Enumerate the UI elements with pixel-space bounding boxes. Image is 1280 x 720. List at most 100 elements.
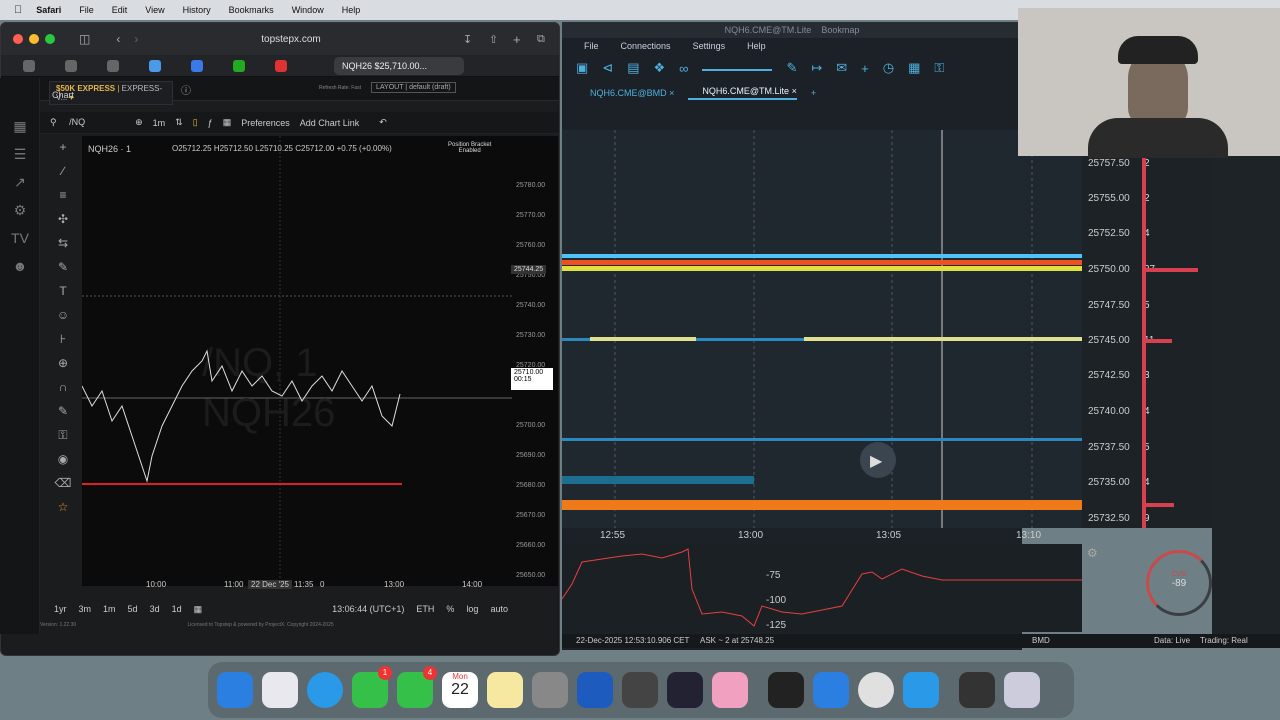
crosshair-icon[interactable]: + bbox=[861, 61, 869, 76]
session-toggle[interactable]: ETH bbox=[416, 604, 434, 614]
menu-file[interactable]: File bbox=[79, 5, 94, 15]
range-1m[interactable]: 1m bbox=[103, 604, 116, 614]
interval-button[interactable]: 1m bbox=[153, 118, 166, 128]
forward-icon[interactable]: › bbox=[134, 32, 138, 46]
app-icon[interactable] bbox=[667, 672, 703, 708]
photos-icon[interactable] bbox=[712, 672, 748, 708]
menu-app[interactable]: Safari bbox=[36, 5, 61, 15]
zoom-tool-icon[interactable]: ⊕ bbox=[52, 356, 74, 380]
trash-icon[interactable] bbox=[1004, 672, 1040, 708]
tab-favicon[interactable] bbox=[275, 59, 287, 72]
messages-icon[interactable]: 1 bbox=[352, 666, 392, 708]
bm-tab-bmd[interactable]: NQH6.CME@BMD × bbox=[576, 88, 674, 98]
price-chart[interactable]: /NQ, 1 NQH26 bbox=[81, 136, 512, 586]
brightness-slider[interactable] bbox=[702, 65, 773, 71]
candle-type-icon[interactable]: ▯ bbox=[193, 117, 198, 128]
bm-menu-connections[interactable]: Connections bbox=[621, 41, 671, 51]
download-icon[interactable]: ↧ bbox=[463, 33, 472, 46]
time-axis[interactable]: 10:00 11:00 22 Dec '25 11:35 0 13:00 14:… bbox=[82, 578, 512, 594]
crosshair-tool-icon[interactable]: + bbox=[52, 140, 74, 164]
symbol-row[interactable]: NQH26 · 1 bbox=[88, 144, 131, 154]
tab-favicon[interactable] bbox=[191, 59, 203, 72]
finder-icon[interactable] bbox=[217, 672, 253, 708]
apple-icon[interactable]:  bbox=[14, 4, 22, 16]
range-1yr[interactable]: 1yr bbox=[54, 604, 67, 614]
minimize-window-button[interactable] bbox=[29, 34, 39, 44]
chrome-icon[interactable] bbox=[858, 672, 894, 708]
bookmap-app-icon[interactable] bbox=[577, 672, 613, 708]
add-indicator-icon[interactable]: ⊕ bbox=[135, 117, 143, 128]
menu-window[interactable]: Window bbox=[292, 5, 324, 15]
tab-active[interactable]: NQH26 $25,710.00... bbox=[334, 57, 464, 75]
calendar-icon[interactable]: Mon 22 bbox=[442, 672, 478, 708]
compare-icon[interactable]: ⇅ bbox=[175, 117, 183, 128]
range-1d[interactable]: 1d bbox=[172, 604, 182, 614]
favorite-icon[interactable]: ☆ bbox=[52, 500, 74, 524]
tradingview-nav-icon[interactable]: TV bbox=[11, 230, 29, 248]
preferences-button[interactable]: Preferences bbox=[241, 118, 290, 128]
grid-icon[interactable]: ▦ bbox=[908, 60, 920, 76]
auto-toggle[interactable]: auto bbox=[490, 604, 508, 614]
new-tab-icon[interactable]: + bbox=[513, 32, 521, 47]
back-icon[interactable]: ‹ bbox=[116, 32, 120, 46]
system-settings-icon[interactable] bbox=[532, 672, 568, 708]
emoji-tool-icon[interactable]: ☺ bbox=[52, 308, 74, 332]
range-3m[interactable]: 3m bbox=[79, 604, 92, 614]
sidebar-icon[interactable]: ◫ bbox=[79, 32, 90, 46]
share-icon[interactable]: ⊲ bbox=[602, 60, 613, 76]
menu-view[interactable]: View bbox=[145, 5, 164, 15]
lock-draw-icon[interactable]: ✎ bbox=[52, 404, 74, 428]
chart-icon[interactable]: ▤ bbox=[627, 60, 639, 76]
tab-favicon[interactable] bbox=[149, 59, 161, 72]
launchpad-icon[interactable] bbox=[262, 672, 298, 708]
app-icon[interactable] bbox=[903, 672, 939, 708]
ruler-tool-icon[interactable]: ⊦ bbox=[52, 332, 74, 356]
terminal-icon[interactable] bbox=[768, 672, 804, 708]
info-icon[interactable]: ⓘ bbox=[181, 82, 191, 97]
menu-edit[interactable]: Edit bbox=[112, 5, 128, 15]
users-nav-icon[interactable]: ☻ bbox=[11, 258, 29, 276]
chart-nav-icon[interactable]: ▦ bbox=[11, 118, 29, 136]
bm-tab-tmlite[interactable]: NQH6.CME@TM.Lite × bbox=[688, 86, 797, 100]
symbol-search[interactable]: ⚲ /NQ bbox=[50, 117, 85, 128]
percent-toggle[interactable]: % bbox=[446, 604, 454, 614]
bm-menu-file[interactable]: File bbox=[584, 41, 599, 51]
app-icon[interactable] bbox=[622, 672, 658, 708]
undo-icon[interactable]: ↶ bbox=[379, 117, 387, 128]
lock-icon[interactable]: ⚿ bbox=[934, 60, 944, 76]
chat-icon[interactable]: ✉ bbox=[836, 60, 847, 76]
layout-icon[interactable]: ▦ bbox=[223, 117, 232, 128]
cvd-subchart[interactable]: -75 -100 -125 bbox=[561, 544, 1082, 632]
layout-selector[interactable]: LAYOUT | default (draft) bbox=[371, 82, 456, 93]
zoom-window-button[interactable] bbox=[45, 34, 55, 44]
pattern-tool-icon[interactable]: ✣ bbox=[52, 212, 74, 236]
tab-overview-icon[interactable]: ⧉ bbox=[537, 33, 545, 46]
position-bracket-badge[interactable]: Position Bracket Enabled bbox=[448, 142, 491, 154]
tab-favicon[interactable] bbox=[65, 59, 77, 72]
tab-favicon[interactable] bbox=[23, 59, 35, 72]
range-5d[interactable]: 5d bbox=[128, 604, 138, 614]
bm-menu-settings[interactable]: Settings bbox=[693, 41, 726, 51]
link-icon[interactable]: ∞ bbox=[679, 61, 688, 76]
menu-help[interactable]: Help bbox=[342, 5, 361, 15]
close-window-button[interactable] bbox=[13, 34, 23, 44]
settings-nav-icon[interactable]: ⚙ bbox=[11, 202, 29, 220]
chart-clock[interactable]: 13:06:44 (UTC+1) bbox=[332, 604, 404, 614]
minimized-window-icon[interactable] bbox=[959, 672, 995, 708]
price-scale[interactable]: 25780.00 25770.00 25760.00 25750.00 2574… bbox=[512, 136, 558, 586]
settings-gear-icon[interactable]: ⚙ bbox=[1087, 546, 1098, 560]
trendline-tool-icon[interactable]: ∕ bbox=[52, 164, 74, 188]
bm-add-tab-icon[interactable]: + bbox=[811, 88, 816, 98]
xcode-icon[interactable] bbox=[813, 672, 849, 708]
notes-icon[interactable] bbox=[487, 672, 523, 708]
clock-icon[interactable]: ◷ bbox=[883, 60, 894, 76]
eye-icon[interactable]: ◉ bbox=[52, 452, 74, 476]
share-icon[interactable]: ⇧ bbox=[489, 33, 498, 46]
brush-tool-icon[interactable]: ✎ bbox=[52, 260, 74, 284]
price-ladder[interactable]: 25757.502 25755.002 25752.504 25750.0027… bbox=[1082, 130, 1212, 528]
ruler-icon[interactable]: ↦ bbox=[811, 60, 822, 76]
indicators-icon[interactable]: ƒ bbox=[208, 118, 213, 128]
tab-favicon[interactable] bbox=[107, 59, 119, 72]
trash-icon[interactable]: ⌫ bbox=[52, 476, 74, 500]
screenshot-icon[interactable]: ▣ bbox=[576, 60, 588, 76]
